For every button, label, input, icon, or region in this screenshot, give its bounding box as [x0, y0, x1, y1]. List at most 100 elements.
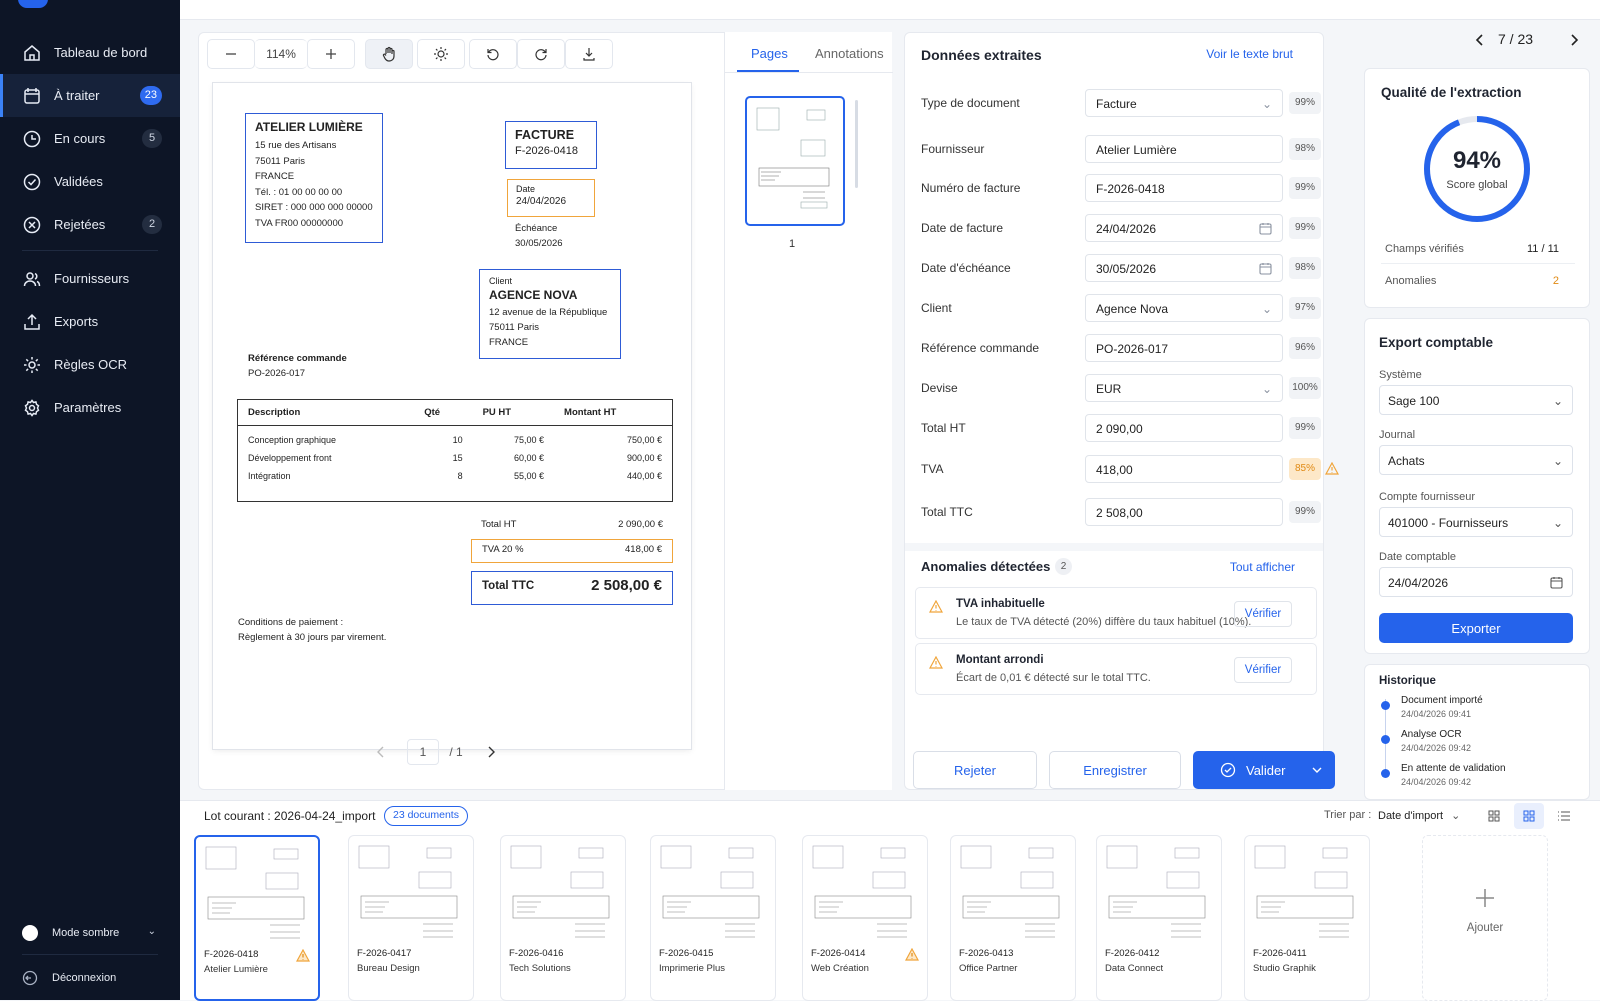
add-document-button[interactable]: Ajouter: [1422, 835, 1548, 1001]
anomalies-title: Anomalies détectées: [921, 559, 1051, 574]
system-select[interactable]: Sage 100 ⌄: [1379, 385, 1573, 415]
total-ht-field[interactable]: 2 090,00: [1085, 414, 1283, 442]
history-event: En attente de validation: [1401, 763, 1506, 774]
sort-select[interactable]: Date d'import ⌄: [1378, 809, 1460, 822]
panel-title: Données extraites: [921, 47, 1042, 63]
total-ttc-row: Total TTC 2 508,00 €: [471, 571, 673, 605]
dark-mode-toggle[interactable]: Mode sombre ⌄: [0, 920, 180, 946]
app-logo: [18, 0, 48, 8]
tab-annotations[interactable]: Annotations: [815, 46, 884, 61]
document-thumbnail[interactable]: F-2026-0415 Imprimerie Plus: [650, 835, 776, 1001]
total-ttc-field[interactable]: 2 508,00: [1085, 498, 1283, 526]
invoice-date-field[interactable]: 24/04/2026: [1085, 214, 1283, 242]
sidebar-item-ocr-rules[interactable]: Règles OCR: [0, 343, 180, 386]
tva-field[interactable]: 418,00: [1085, 455, 1283, 483]
client-block: Client AGENCE NOVA 12 avenue de la Répub…: [479, 269, 621, 359]
next-page-button[interactable]: [475, 739, 507, 765]
sidebar-item-dashboard[interactable]: Tableau de bord: [0, 31, 180, 74]
document-id: F-2026-0418: [204, 949, 259, 960]
sidebar-item-rejected[interactable]: Rejetées 2: [0, 203, 180, 246]
prev-page-button[interactable]: [365, 739, 397, 765]
sidebar-item-in-progress[interactable]: En cours 5: [0, 117, 180, 160]
document-thumbnail[interactable]: F-2026-0414 Web Création: [802, 835, 928, 1001]
zoom-in-button[interactable]: [307, 39, 355, 69]
show-all-link[interactable]: Tout afficher: [1230, 560, 1295, 574]
reject-button[interactable]: Rejeter: [913, 751, 1037, 789]
due-date-field[interactable]: 30/05/2026: [1085, 254, 1283, 282]
document-thumbnail[interactable]: F-2026-0412 Data Connect: [1096, 835, 1222, 1001]
zoom-out-button[interactable]: [207, 39, 255, 69]
client-select[interactable]: Agence Nova ⌄: [1085, 294, 1283, 322]
timeline-dot: [1381, 769, 1390, 778]
batch-strip: Lot courant : 2026-04-24_import 23 docum…: [180, 800, 1600, 1001]
sidebar-divider: [22, 250, 158, 251]
list-view-button[interactable]: [1550, 803, 1578, 829]
sidebar-item-settings[interactable]: Paramètres: [0, 386, 180, 429]
verify-button[interactable]: Vérifier: [1234, 601, 1292, 627]
page-input[interactable]: 1: [407, 739, 439, 765]
brightness-button[interactable]: [417, 39, 465, 69]
order-reference-field[interactable]: PO-2026-017: [1085, 334, 1283, 362]
prev-document-button[interactable]: [1468, 28, 1492, 52]
save-button[interactable]: Enregistrer: [1049, 751, 1181, 789]
export-button[interactable]: Exporter: [1379, 613, 1573, 643]
document-thumbnail[interactable]: F-2026-0413 Office Partner: [950, 835, 1076, 1001]
sidebar-divider: [22, 954, 158, 955]
sun-icon: [434, 47, 448, 61]
document-id: F-2026-0411: [1253, 948, 1307, 959]
confidence-badge: 98%: [1289, 257, 1321, 279]
accounting-date-field[interactable]: 24/04/2026: [1379, 567, 1573, 597]
rotate-right-button[interactable]: [517, 39, 565, 69]
invoice-number-field[interactable]: F-2026-0418: [1085, 174, 1283, 202]
zoom-level[interactable]: 114%: [255, 39, 307, 69]
order-ref-value: PO-2026-017: [248, 368, 306, 379]
sidebar-item-exports[interactable]: Exports: [0, 300, 180, 343]
warning-icon: [296, 949, 310, 962]
payment-conditions: Conditions de paiement : Règlement à 30 …: [238, 615, 386, 645]
chevron-down-icon[interactable]: [1312, 767, 1322, 774]
supplier-account-select[interactable]: 401000 - Fournisseurs ⌄: [1379, 507, 1573, 537]
rotate-left-button[interactable]: [469, 39, 517, 69]
sidebar-item-suppliers[interactable]: Fournisseurs: [0, 257, 180, 300]
scrollbar[interactable]: [855, 100, 858, 188]
verify-button[interactable]: Vérifier: [1234, 657, 1292, 683]
address-line: 15 rue des Artisans: [255, 140, 337, 151]
next-document-button[interactable]: [1562, 28, 1586, 52]
document-thumbnail[interactable]: F-2026-0411 Studio Graphik: [1244, 835, 1370, 1001]
check-circle-icon: [23, 173, 41, 190]
sidebar-item-validated[interactable]: Validées: [0, 160, 180, 203]
currency-select[interactable]: EUR ⌄: [1085, 374, 1283, 402]
field-row: Numéro de facture F-2026-0418 99%: [921, 174, 1321, 202]
confidence-badge: 99%: [1289, 417, 1321, 439]
sidebar-nav: Tableau de bord À traiter 23 En cours 5 …: [0, 31, 180, 429]
system-label: Système: [1379, 369, 1422, 381]
batch-count-badge: 23 documents: [384, 806, 468, 826]
column-header: Qté: [414, 399, 473, 426]
order-reference: Référence commande PO-2026-017: [248, 351, 347, 381]
logout-button[interactable]: Déconnexion: [0, 966, 180, 990]
cell: 75,00 €: [514, 435, 545, 445]
page-thumbnail[interactable]: [745, 96, 845, 226]
history-card: Historique Document importé 24/04/2026 0…: [1364, 664, 1590, 800]
validate-button[interactable]: Valider: [1193, 751, 1335, 789]
sidebar-item-to-process[interactable]: À traiter 23: [0, 74, 180, 117]
document-thumbnail[interactable]: F-2026-0416 Tech Solutions: [500, 835, 626, 1001]
due-date-block: Échéance 30/05/2026: [515, 221, 563, 251]
raw-text-link[interactable]: Voir le texte brut: [1206, 47, 1293, 61]
add-label: Ajouter: [1466, 922, 1504, 934]
accounting-export-card: Export comptable Système Sage 100 ⌄ Journ…: [1364, 318, 1590, 654]
pan-tool-button[interactable]: [365, 39, 413, 69]
download-button[interactable]: [565, 39, 613, 69]
supplier-field[interactable]: Atelier Lumière: [1085, 135, 1283, 163]
journal-select[interactable]: Achats ⌄: [1379, 445, 1573, 475]
document-thumbnail[interactable]: F-2026-0417 Bureau Design: [348, 835, 474, 1001]
sidebar-item-label: Paramètres: [54, 400, 122, 415]
grid-small-view-button[interactable]: [1480, 803, 1508, 829]
calendar-icon: [1259, 223, 1272, 235]
plus-icon: [326, 49, 336, 59]
document-thumbnail[interactable]: F-2026-0418 Atelier Lumière: [194, 835, 320, 1001]
grid-view-button[interactable]: [1514, 803, 1544, 829]
tab-pages[interactable]: Pages: [751, 46, 788, 61]
table-row: Développement front 15 60,00 € 900,00 €: [238, 449, 673, 467]
document-type-select[interactable]: Facture ⌄: [1085, 89, 1283, 117]
